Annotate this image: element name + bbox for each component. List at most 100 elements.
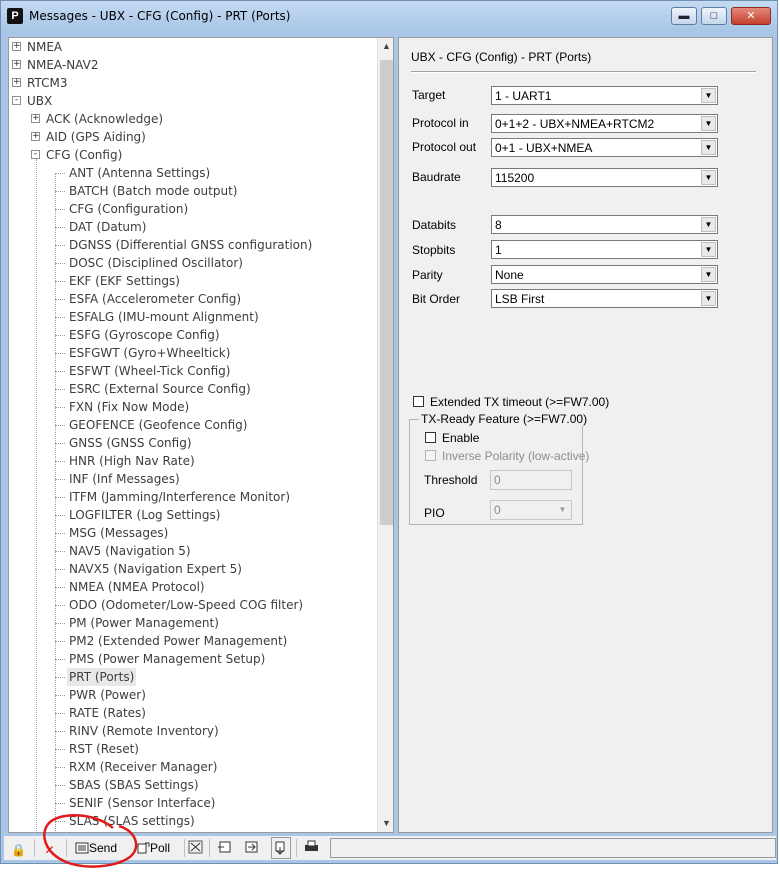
tree-leaf-item[interactable]: CFG (Configuration) (9, 200, 375, 218)
chevron-down-icon[interactable]: ▼ (701, 267, 716, 282)
tree-connector-line (55, 245, 65, 246)
tree-node-item[interactable]: - UBX (9, 92, 375, 110)
tree-leaf-item[interactable]: DGNSS (Differential GNSS configuration) (9, 236, 375, 254)
tree-leaf-item[interactable]: LOGFILTER (Log Settings) (9, 506, 375, 524)
tree-node-item[interactable]: + ACK (Acknowledge) (9, 110, 375, 128)
bit-order-select[interactable]: LSB First ▼ (491, 289, 718, 308)
tree-item-label: RATE (Rates) (69, 706, 146, 720)
expand-icon[interactable]: + (31, 114, 40, 123)
pio-select[interactable]: 0 ▼ (490, 500, 572, 520)
tree-leaf-item[interactable]: EKF (EKF Settings) (9, 272, 375, 290)
chevron-down-icon[interactable]: ▼ (701, 217, 716, 232)
extended-tx-checkbox[interactable] (413, 396, 424, 407)
tree-leaf-item[interactable]: ESFG (Gyroscope Config) (9, 326, 375, 344)
tree-leaf-item[interactable]: SLAS (SLAS settings) (9, 812, 375, 830)
close-button[interactable]: ✕ (731, 7, 771, 25)
tree-node-item[interactable]: + RTCM3 (9, 74, 375, 92)
tree-leaf-item[interactable]: ITFM (Jamming/Interference Monitor) (9, 488, 375, 506)
tree-leaf-item[interactable]: RXM (Receiver Manager) (9, 758, 375, 776)
tree-leaf-item[interactable]: RATE (Rates) (9, 704, 375, 722)
tree-node-item[interactable]: - CFG (Config) (9, 146, 375, 164)
tree-node-item[interactable]: + NMEA (9, 38, 375, 56)
chevron-down-icon[interactable]: ▼ (701, 170, 716, 185)
print-button[interactable] (304, 837, 319, 859)
auto-poll-button[interactable] (188, 837, 203, 859)
baudrate-select[interactable]: 115200 ▼ (491, 168, 718, 187)
tree-leaf-item[interactable]: RST (Reset) (9, 740, 375, 758)
tree-connector-line (55, 641, 65, 642)
protocol-in-select[interactable]: 0+1+2 - UBX+NMEA+RTCM2 ▼ (491, 114, 718, 133)
tree-leaf-item[interactable]: MSG (Messages) (9, 524, 375, 542)
chevron-down-icon[interactable]: ▼ (701, 140, 716, 155)
maximize-button[interactable]: □ (701, 7, 727, 25)
extended-tx-label: Extended TX timeout (>=FW7.00) (430, 395, 610, 409)
expand-icon[interactable]: + (31, 132, 40, 141)
send-button[interactable]: Send (74, 837, 117, 859)
expand-icon[interactable]: + (12, 60, 21, 69)
tree-node-item[interactable]: + NMEA-NAV2 (9, 56, 375, 74)
tree-leaf-item[interactable]: PRT (Ports) (9, 668, 375, 686)
collapse-icon[interactable]: - (31, 150, 40, 159)
chevron-down-icon[interactable]: ▼ (701, 291, 716, 306)
parity-select[interactable]: None ▼ (491, 265, 718, 284)
tree-leaf-item[interactable]: PM2 (Extended Power Management) (9, 632, 375, 650)
tree-leaf-item[interactable]: SBAS (SBAS Settings) (9, 776, 375, 794)
collapse-icon[interactable]: - (12, 96, 21, 105)
tree-node-item[interactable]: + AID (GPS Aiding) (9, 128, 375, 146)
load-button[interactable] (217, 837, 232, 859)
poll-button[interactable]: Poll (135, 837, 170, 859)
lock-button[interactable]: 🔒 (11, 837, 26, 859)
tree-leaf-item[interactable]: BATCH (Batch mode output) (9, 182, 375, 200)
chevron-down-icon[interactable]: ▼ (701, 88, 716, 103)
tree-leaf-item[interactable]: HNR (High Nav Rate) (9, 452, 375, 470)
record-button[interactable] (271, 837, 291, 859)
tree-leaf-item[interactable]: PM (Power Management) (9, 614, 375, 632)
tree-connector-line (55, 317, 65, 318)
tree-leaf-item[interactable]: NMEA (NMEA Protocol) (9, 578, 375, 596)
tree-leaf-item[interactable]: ESFWT (Wheel-Tick Config) (9, 362, 375, 380)
tree-leaf-item[interactable]: ESFALG (IMU-mount Alignment) (9, 308, 375, 326)
tree-leaf-item[interactable]: SENIF (Sensor Interface) (9, 794, 375, 812)
tree-leaf-item[interactable]: NAVX5 (Navigation Expert 5) (9, 560, 375, 578)
title-bar[interactable]: P Messages - UBX - CFG (Config) - PRT (P… (1, 1, 777, 31)
scrollbar-thumb[interactable] (380, 60, 393, 525)
tree-connector-line (55, 713, 65, 714)
target-select[interactable]: 1 - UART1 ▼ (491, 86, 718, 105)
tree-leaf-item[interactable]: PWR (Power) (9, 686, 375, 704)
threshold-input[interactable]: 0 (490, 470, 572, 490)
databits-select[interactable]: 8 ▼ (491, 215, 718, 234)
tree-item-label: INF (Inf Messages) (69, 472, 180, 486)
tree-leaf-item[interactable]: GEOFENCE (Geofence Config) (9, 416, 375, 434)
tree-leaf-item[interactable]: ESRC (External Source Config) (9, 380, 375, 398)
tree-item-label: HNR (High Nav Rate) (69, 454, 195, 468)
tree-leaf-item[interactable]: ODO (Odometer/Low-Speed COG filter) (9, 596, 375, 614)
tree-scrollbar[interactable]: ▲ ▼ (377, 38, 393, 832)
scroll-down-icon[interactable]: ▼ (378, 815, 393, 832)
transfer-button[interactable] (244, 837, 259, 859)
expand-icon[interactable]: + (12, 78, 21, 87)
tree-leaf-item[interactable]: INF (Inf Messages) (9, 470, 375, 488)
tree-leaf-item[interactable]: GNSS (GNSS Config) (9, 434, 375, 452)
enable-checkbox[interactable] (425, 432, 436, 443)
cancel-button[interactable]: ✕ (42, 837, 57, 859)
minimize-button[interactable]: ▬ (671, 7, 697, 25)
scroll-up-icon[interactable]: ▲ (378, 38, 393, 55)
send-icon (74, 842, 89, 856)
chevron-down-icon[interactable]: ▼ (701, 242, 716, 257)
inverse-polarity-checkbox[interactable] (425, 450, 436, 461)
stopbits-select[interactable]: 1 ▼ (491, 240, 718, 259)
tree-leaf-item[interactable]: ANT (Antenna Settings) (9, 164, 375, 182)
tree-leaf-item[interactable]: ESFA (Accelerometer Config) (9, 290, 375, 308)
tree-leaf-item[interactable]: NAV5 (Navigation 5) (9, 542, 375, 560)
tree-leaf-item[interactable]: PMS (Power Management Setup) (9, 650, 375, 668)
tree-leaf-item[interactable]: DAT (Datum) (9, 218, 375, 236)
chevron-down-icon[interactable]: ▼ (701, 116, 716, 131)
protocol-out-select[interactable]: 0+1 - UBX+NMEA ▼ (491, 138, 718, 157)
tree-leaf-item[interactable]: RINV (Remote Inventory) (9, 722, 375, 740)
message-tree[interactable]: + NMEA + NMEA-NAV2 + RTCM3- UBX + ACK (Acknowled… (8, 37, 394, 833)
tree-leaf-item[interactable]: DOSC (Disciplined Oscillator) (9, 254, 375, 272)
tree-leaf-item[interactable]: FXN (Fix Now Mode) (9, 398, 375, 416)
tree-leaf-item[interactable]: ESFGWT (Gyro+Wheeltick) (9, 344, 375, 362)
tree-item-label: GNSS (GNSS Config) (69, 436, 192, 450)
expand-icon[interactable]: + (12, 42, 21, 51)
